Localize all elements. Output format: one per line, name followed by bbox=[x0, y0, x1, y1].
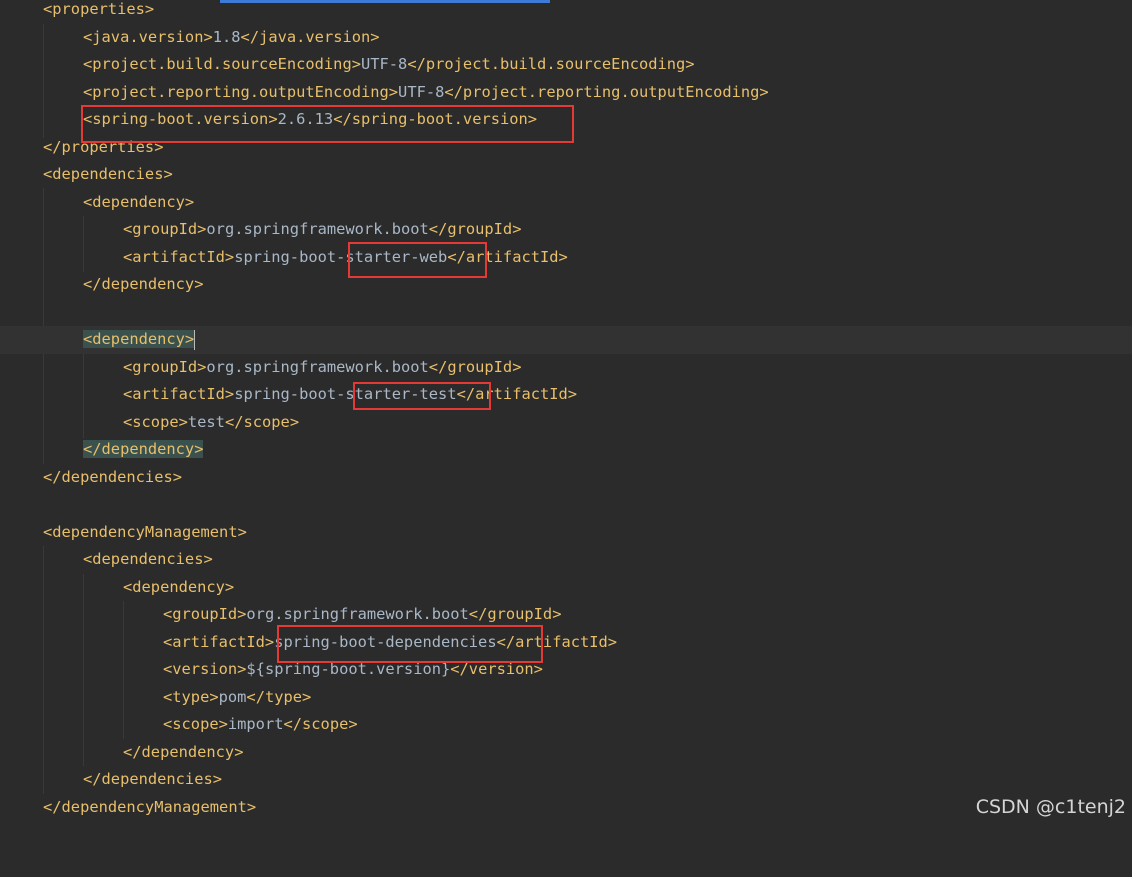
code-line[interactable]: <groupId>org.springframework.boot</group… bbox=[0, 216, 1132, 244]
xml-close-tag: </dependency> bbox=[123, 743, 244, 761]
code-line[interactable]: <type>pom</type> bbox=[0, 684, 1132, 712]
xml-text: 1.8 bbox=[212, 28, 241, 46]
code-line[interactable]: </dependencyManagement> bbox=[0, 794, 1132, 822]
code-line[interactable]: <project.build.sourceEncoding>UTF-8</pro… bbox=[0, 51, 1132, 79]
xml-open-tag: <properties> bbox=[43, 0, 155, 18]
matched-xml-close-tag: </dependency> bbox=[83, 440, 204, 458]
code-line[interactable]: <java.version>1.8</java.version> bbox=[0, 24, 1132, 52]
xml-close-tag: </dependencies> bbox=[43, 468, 182, 486]
xml-open-tag: <project.reporting.outputEncoding> bbox=[83, 83, 399, 101]
xml-open-tag: <version> bbox=[163, 660, 247, 678]
xml-close-tag: </dependencies> bbox=[83, 770, 222, 788]
xml-text: test bbox=[187, 413, 225, 431]
xml-open-tag: <scope> bbox=[163, 715, 228, 733]
xml-text: import bbox=[227, 715, 284, 733]
xml-open-tag: <artifactId> bbox=[123, 385, 235, 403]
xml-close-tag: </scope> bbox=[224, 413, 300, 431]
code-line[interactable]: </dependencies> bbox=[0, 464, 1132, 492]
code-line[interactable]: <project.reporting.outputEncoding>UTF-8<… bbox=[0, 79, 1132, 107]
code-line[interactable]: <version>${spring-boot.version}</version… bbox=[0, 656, 1132, 684]
xml-close-tag: </groupId> bbox=[428, 220, 522, 238]
xml-open-tag: <project.build.sourceEncoding> bbox=[83, 55, 361, 73]
annotation-box-starter-test bbox=[353, 382, 491, 410]
xml-close-tag: </project.build.sourceEncoding> bbox=[407, 55, 695, 73]
code-line[interactable]: <dependency> bbox=[0, 574, 1132, 602]
xml-text: org.springframework.boot bbox=[206, 220, 429, 238]
xml-close-tag: </type> bbox=[246, 688, 312, 706]
xml-text: UTF-8 bbox=[398, 83, 445, 101]
code-line[interactable]: </dependency> bbox=[0, 271, 1132, 299]
xml-close-tag: </dependency> bbox=[83, 275, 204, 293]
xml-close-tag: </groupId> bbox=[468, 605, 562, 623]
annotation-box-spring-boot-dependencies bbox=[277, 625, 543, 663]
xml-close-tag: </dependencyManagement> bbox=[43, 798, 257, 816]
xml-open-tag: <dependency> bbox=[123, 578, 235, 596]
matched-xml-open-tag: <dependency> bbox=[83, 330, 195, 348]
xml-open-tag: <type> bbox=[163, 688, 219, 706]
code-line[interactable] bbox=[0, 299, 1132, 327]
xml-text: org.springframework.boot bbox=[246, 605, 469, 623]
annotation-box-starter-web bbox=[348, 242, 487, 278]
xml-close-tag: </project.reporting.outputEncoding> bbox=[444, 83, 769, 101]
xml-open-tag: <dependency> bbox=[83, 193, 195, 211]
xml-open-tag: <groupId> bbox=[123, 220, 207, 238]
code-line[interactable]: <artifactId>spring-boot-starter-test</ar… bbox=[0, 381, 1132, 409]
code-line[interactable] bbox=[0, 491, 1132, 519]
xml-text: UTF-8 bbox=[360, 55, 408, 73]
xml-close-tag: </scope> bbox=[283, 715, 358, 733]
code-line[interactable]: <artifactId>spring-boot-dependencies</ar… bbox=[0, 629, 1132, 657]
xml-open-tag: <java.version> bbox=[83, 28, 213, 46]
code-line[interactable]: </dependencies> bbox=[0, 766, 1132, 794]
xml-open-tag: <artifactId> bbox=[123, 248, 235, 266]
xml-open-tag: <artifactId> bbox=[163, 633, 275, 651]
code-line[interactable]: <scope>import</scope> bbox=[0, 711, 1132, 739]
xml-open-tag: <scope> bbox=[123, 413, 188, 431]
code-line[interactable]: <properties> bbox=[0, 0, 1132, 24]
xml-close-tag: </groupId> bbox=[428, 358, 522, 376]
xml-text: org.springframework.boot bbox=[206, 358, 429, 376]
text-cursor bbox=[194, 329, 196, 350]
xml-open-tag: <dependencies> bbox=[43, 165, 173, 183]
code-line[interactable]: <dependencyManagement> bbox=[0, 519, 1132, 547]
code-line[interactable]: </dependency> bbox=[0, 436, 1132, 464]
code-line[interactable]: </dependency> bbox=[0, 739, 1132, 767]
xml-open-tag: <groupId> bbox=[123, 358, 207, 376]
code-line[interactable]: <artifactId>spring-boot-starter-web</art… bbox=[0, 244, 1132, 272]
code-line[interactable]: <dependencies> bbox=[0, 161, 1132, 189]
current-code-line[interactable]: <dependency> bbox=[0, 326, 1132, 354]
code-line[interactable]: <dependency> bbox=[0, 189, 1132, 217]
code-line[interactable]: <scope>test</scope> bbox=[0, 409, 1132, 437]
code-line[interactable]: <groupId>org.springframework.boot</group… bbox=[0, 354, 1132, 382]
xml-text: pom bbox=[218, 688, 247, 706]
xml-close-tag: </java.version> bbox=[240, 28, 380, 46]
code-line[interactable]: <groupId>org.springframework.boot</group… bbox=[0, 601, 1132, 629]
annotation-box-spring-boot-version bbox=[81, 105, 574, 143]
xml-open-tag: <groupId> bbox=[163, 605, 247, 623]
xml-open-tag: <dependencyManagement> bbox=[43, 523, 247, 541]
code-line[interactable]: <dependencies> bbox=[0, 546, 1132, 574]
code-editor[interactable]: <properties> <java.version>1.8</java.ver… bbox=[0, 0, 1132, 826]
watermark: CSDN @c1tenj2 bbox=[975, 796, 1126, 818]
xml-open-tag: <dependencies> bbox=[83, 550, 213, 568]
